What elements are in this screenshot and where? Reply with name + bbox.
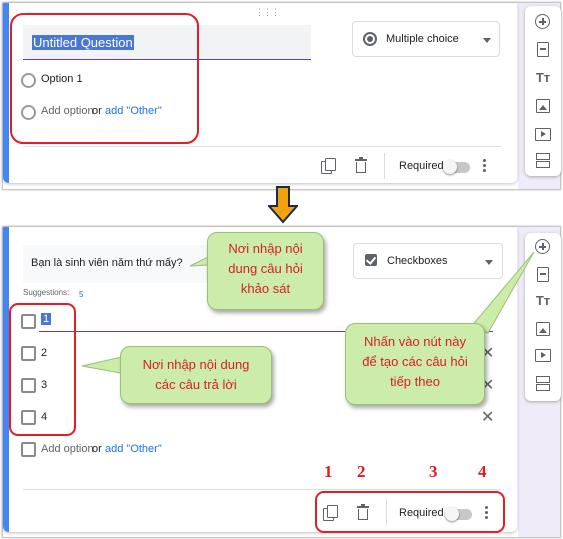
label-number-1: 1 <box>324 462 333 481</box>
add-button-callout: Nhấn vào nút này để tạo các câu hỏi tiếp… <box>345 323 485 405</box>
add-button-callout-pointer <box>469 251 535 334</box>
label-number-2: 2 <box>357 462 366 481</box>
answers-callout-text: Nơi nhập nội dung các câu trả lời <box>142 357 250 392</box>
add-button-callout-text: Nhấn vào nút này để tạo các câu hỏi tiếp… <box>362 334 468 389</box>
question-callout-text: Nơi nhập nội dung câu hỏi khảo sát <box>228 241 303 296</box>
label-number-4: 4 <box>478 462 487 481</box>
label-number-3: 3 <box>429 462 438 481</box>
answers-callout: Nơi nhập nội dung các câu trả lời <box>120 346 272 404</box>
question-callout: Nơi nhập nội dung câu hỏi khảo sát <box>207 232 324 310</box>
